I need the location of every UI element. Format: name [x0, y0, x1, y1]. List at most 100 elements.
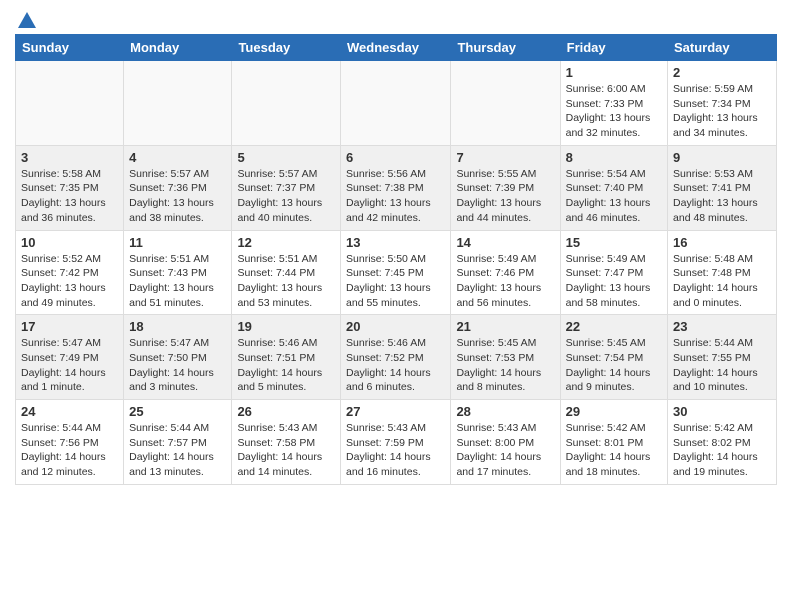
calendar-cell [341, 61, 451, 146]
logo-triangle-icon [18, 12, 36, 28]
calendar-cell: 2Sunrise: 5:59 AM Sunset: 7:34 PM Daylig… [668, 61, 777, 146]
calendar-cell: 24 Sunrise: 5:44 AM Sunset: 7:56 PM Dayli… [16, 400, 124, 485]
day-info: Sunrise: 5:44 AM Sunset: 7:56 PM Dayligh… [21, 421, 118, 480]
day-info: Sunrise: 5:50 AM Sunset: 7:45 PM Dayligh… [346, 252, 445, 311]
calendar-cell: 18 Sunrise: 5:47 AM Sunset: 7:50 PM Dayli… [124, 315, 232, 400]
day-info: Sunrise: 5:55 AM Sunset: 7:39 PM Dayligh… [456, 167, 554, 226]
logo [15, 14, 36, 28]
day-info: Sunrise: 5:48 AM Sunset: 7:48 PM Dayligh… [673, 252, 771, 311]
calendar-cell: 25 Sunrise: 5:44 AM Sunset: 7:57 PM Dayli… [124, 400, 232, 485]
day-info: Sunrise: 5:43 AM Sunset: 7:59 PM Dayligh… [346, 421, 445, 480]
calendar-header-cell: Tuesday [232, 35, 341, 61]
calendar-cell: 10 Sunrise: 5:52 AM Sunset: 7:42 PM Dayli… [16, 230, 124, 315]
calendar-cell: 3Sunrise: 5:58 AM Sunset: 7:35 PM Daylig… [16, 145, 124, 230]
day-number: 11 [129, 235, 226, 250]
calendar-cell: 7 Sunrise: 5:55 AM Sunset: 7:39 PM Daylig… [451, 145, 560, 230]
day-info: Sunrise: 5:46 AM Sunset: 7:51 PM Dayligh… [237, 336, 335, 395]
day-info: Sunrise: 5:42 AM Sunset: 8:02 PM Dayligh… [673, 421, 771, 480]
day-number: 28 [456, 404, 554, 419]
calendar-cell [16, 61, 124, 146]
calendar-cell: 9Sunrise: 5:53 AM Sunset: 7:41 PM Daylig… [668, 145, 777, 230]
calendar-cell: 22 Sunrise: 5:45 AM Sunset: 7:54 PM Dayli… [560, 315, 667, 400]
day-number: 29 [566, 404, 662, 419]
day-number: 26 [237, 404, 335, 419]
day-number: 19 [237, 319, 335, 334]
day-info: Sunrise: 5:47 AM Sunset: 7:50 PM Dayligh… [129, 336, 226, 395]
calendar-cell: 27 Sunrise: 5:43 AM Sunset: 7:59 PM Dayli… [341, 400, 451, 485]
calendar-week-row: 1 Sunrise: 6:00 AM Sunset: 7:33 PM Daylig… [16, 61, 777, 146]
day-info: Sunrise: 6:00 AM Sunset: 7:33 PM Dayligh… [566, 82, 662, 141]
day-number: 25 [129, 404, 226, 419]
calendar-cell: 15 Sunrise: 5:49 AM Sunset: 7:47 PM Dayli… [560, 230, 667, 315]
day-info: Sunrise: 5:49 AM Sunset: 7:46 PM Dayligh… [456, 252, 554, 311]
day-info: Sunrise: 5:42 AM Sunset: 8:01 PM Dayligh… [566, 421, 662, 480]
calendar-cell: 4Sunrise: 5:57 AM Sunset: 7:36 PM Daylig… [124, 145, 232, 230]
day-number: 18 [129, 319, 226, 334]
calendar-cell: 19 Sunrise: 5:46 AM Sunset: 7:51 PM Dayli… [232, 315, 341, 400]
calendar-cell [451, 61, 560, 146]
day-info: Sunrise: 5:44 AM Sunset: 7:57 PM Dayligh… [129, 421, 226, 480]
day-number: 24 [21, 404, 118, 419]
calendar-cell: 8 Sunrise: 5:54 AM Sunset: 7:40 PM Daylig… [560, 145, 667, 230]
day-info: Sunrise: 5:45 AM Sunset: 7:54 PM Dayligh… [566, 336, 662, 395]
day-number: 10 [21, 235, 118, 250]
day-info: Sunrise: 5:47 AM Sunset: 7:49 PM Dayligh… [21, 336, 118, 395]
day-number: 15 [566, 235, 662, 250]
day-number: 6 [346, 150, 445, 165]
day-number: 12 [237, 235, 335, 250]
calendar-header-cell: Saturday [668, 35, 777, 61]
day-number: 21 [456, 319, 554, 334]
calendar-header-cell: Monday [124, 35, 232, 61]
calendar-cell: 14 Sunrise: 5:49 AM Sunset: 7:46 PM Dayli… [451, 230, 560, 315]
calendar-cell: 11 Sunrise: 5:51 AM Sunset: 7:43 PM Dayli… [124, 230, 232, 315]
calendar-cell: 13 Sunrise: 5:50 AM Sunset: 7:45 PM Dayli… [341, 230, 451, 315]
day-number: 22 [566, 319, 662, 334]
day-number: 14 [456, 235, 554, 250]
day-number: 30 [673, 404, 771, 419]
day-number: 17 [21, 319, 118, 334]
day-info: Sunrise: 5:45 AM Sunset: 7:53 PM Dayligh… [456, 336, 554, 395]
day-number: 8 [566, 150, 662, 165]
day-info: Sunrise: 5:44 AM Sunset: 7:55 PM Dayligh… [673, 336, 771, 395]
day-info: Sunrise: 5:51 AM Sunset: 7:43 PM Dayligh… [129, 252, 226, 311]
day-number: 3 [21, 150, 118, 165]
calendar-cell: 21 Sunrise: 5:45 AM Sunset: 7:53 PM Dayli… [451, 315, 560, 400]
day-number: 5 [237, 150, 335, 165]
calendar-cell: 1 Sunrise: 6:00 AM Sunset: 7:33 PM Daylig… [560, 61, 667, 146]
day-number: 9 [673, 150, 771, 165]
calendar-header: SundayMondayTuesdayWednesdayThursdayFrid… [16, 35, 777, 61]
day-number: 20 [346, 319, 445, 334]
calendar-header-cell: Thursday [451, 35, 560, 61]
calendar-header-row: SundayMondayTuesdayWednesdayThursdayFrid… [16, 35, 777, 61]
page-header [15, 10, 777, 28]
day-info: Sunrise: 5:52 AM Sunset: 7:42 PM Dayligh… [21, 252, 118, 311]
day-number: 2 [673, 65, 771, 80]
day-info: Sunrise: 5:43 AM Sunset: 8:00 PM Dayligh… [456, 421, 554, 480]
day-number: 27 [346, 404, 445, 419]
calendar-cell: 30 Sunrise: 5:42 AM Sunset: 8:02 PM Dayli… [668, 400, 777, 485]
day-info: Sunrise: 5:49 AM Sunset: 7:47 PM Dayligh… [566, 252, 662, 311]
day-info: Sunrise: 5:57 AM Sunset: 7:36 PM Dayligh… [129, 167, 226, 226]
day-info: Sunrise: 5:51 AM Sunset: 7:44 PM Dayligh… [237, 252, 335, 311]
day-number: 7 [456, 150, 554, 165]
calendar-cell [124, 61, 232, 146]
calendar-week-row: 10 Sunrise: 5:52 AM Sunset: 7:42 PM Dayli… [16, 230, 777, 315]
calendar-cell: 29 Sunrise: 5:42 AM Sunset: 8:01 PM Dayli… [560, 400, 667, 485]
calendar-cell: 28 Sunrise: 5:43 AM Sunset: 8:00 PM Dayli… [451, 400, 560, 485]
calendar-cell [232, 61, 341, 146]
calendar-header-cell: Friday [560, 35, 667, 61]
calendar-cell: 26 Sunrise: 5:43 AM Sunset: 7:58 PM Dayli… [232, 400, 341, 485]
calendar-cell: 17 Sunrise: 5:47 AM Sunset: 7:49 PM Dayli… [16, 315, 124, 400]
day-number: 23 [673, 319, 771, 334]
calendar-week-row: 24 Sunrise: 5:44 AM Sunset: 7:56 PM Dayli… [16, 400, 777, 485]
calendar-cell: 16 Sunrise: 5:48 AM Sunset: 7:48 PM Dayli… [668, 230, 777, 315]
day-info: Sunrise: 5:43 AM Sunset: 7:58 PM Dayligh… [237, 421, 335, 480]
day-info: Sunrise: 5:46 AM Sunset: 7:52 PM Dayligh… [346, 336, 445, 395]
day-number: 16 [673, 235, 771, 250]
calendar-cell: 23 Sunrise: 5:44 AM Sunset: 7:55 PM Dayli… [668, 315, 777, 400]
day-number: 1 [566, 65, 662, 80]
day-info: Sunrise: 5:57 AM Sunset: 7:37 PM Dayligh… [237, 167, 335, 226]
day-info: Sunrise: 5:54 AM Sunset: 7:40 PM Dayligh… [566, 167, 662, 226]
day-number: 13 [346, 235, 445, 250]
calendar-cell: 12 Sunrise: 5:51 AM Sunset: 7:44 PM Dayli… [232, 230, 341, 315]
